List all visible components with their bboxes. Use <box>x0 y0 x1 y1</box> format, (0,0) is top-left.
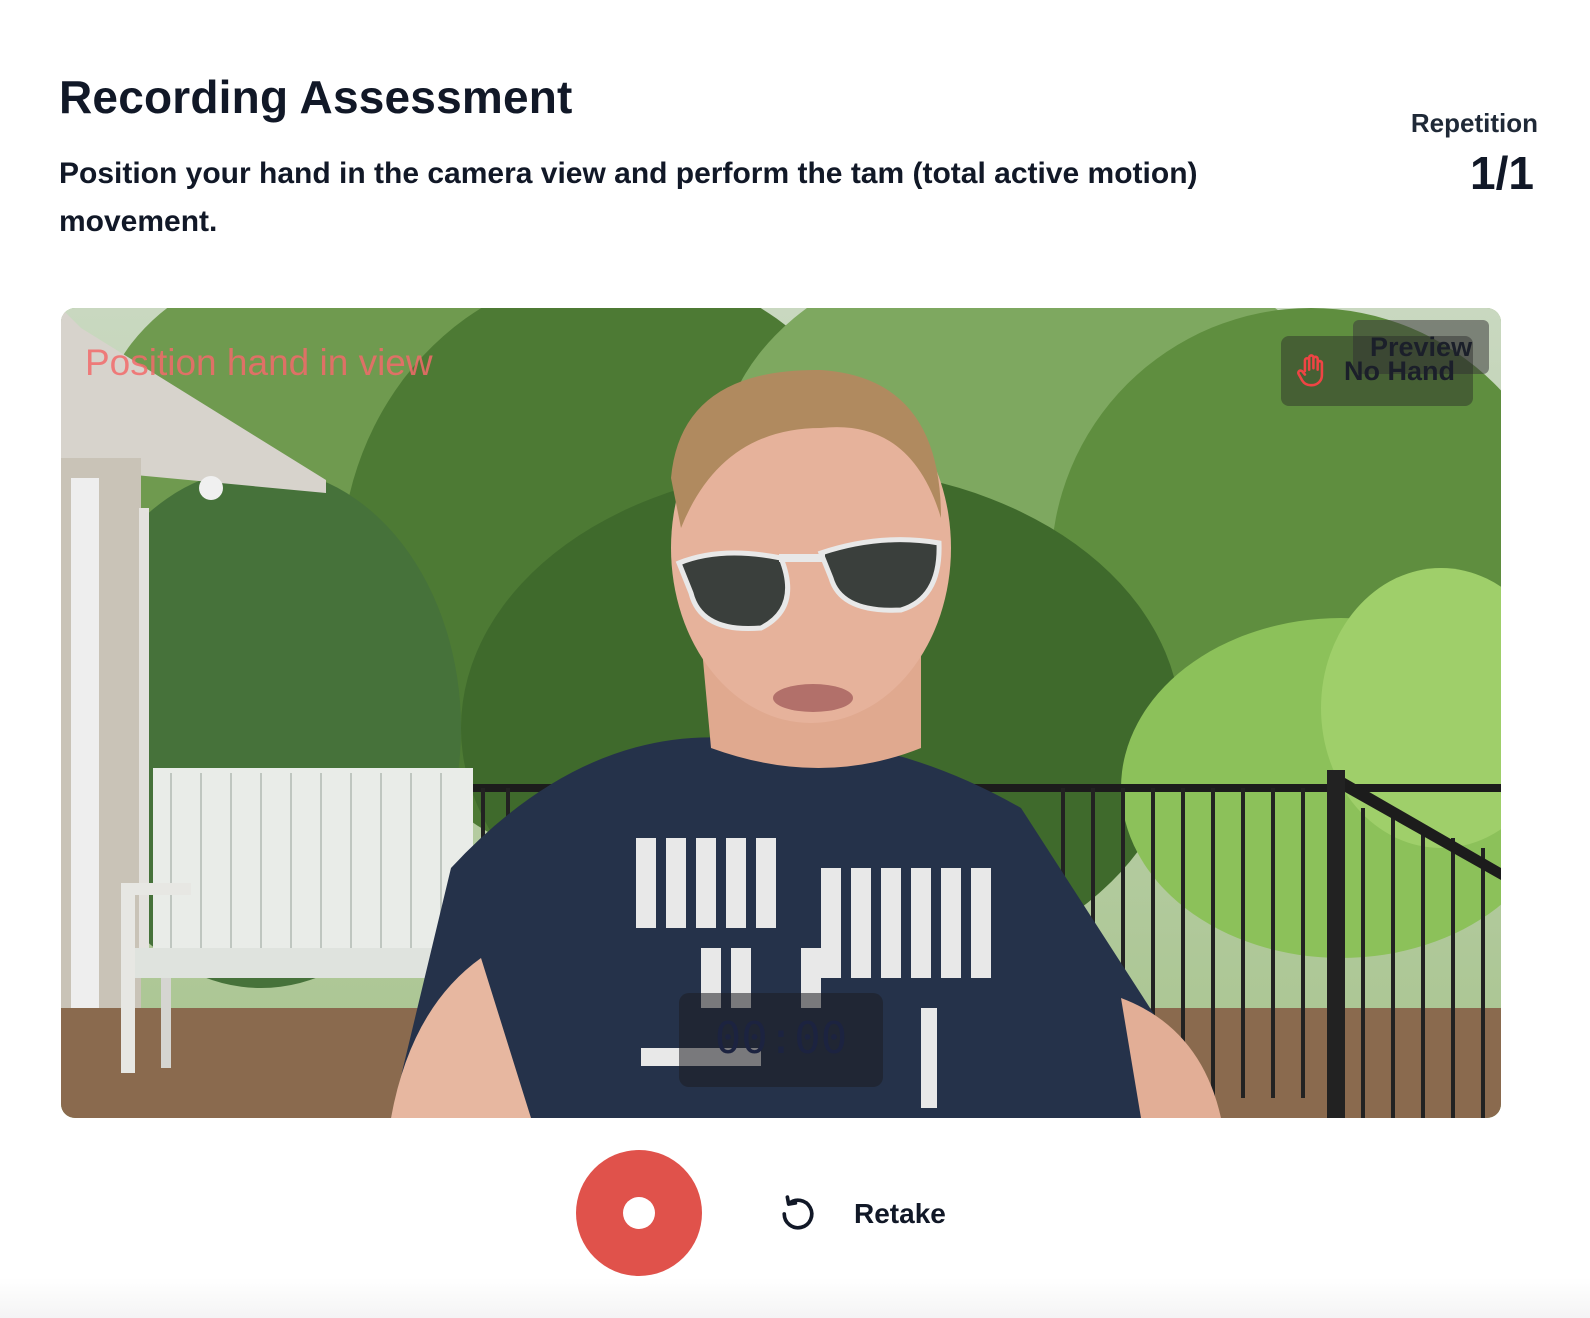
recording-timer: 00:00 <box>714 1013 848 1064</box>
retake-icon <box>782 1195 814 1230</box>
retake-button[interactable]: Retake <box>776 1188 946 1240</box>
hand-status-text: No Hand <box>1344 356 1455 386</box>
record-button[interactable] <box>576 1150 702 1276</box>
record-dot-icon <box>623 1197 655 1229</box>
page-title: Recording Assessment <box>59 71 573 123</box>
page-bottom-fade <box>0 1278 1590 1318</box>
instruction-text: Position your hand in the camera view an… <box>59 157 1198 238</box>
hand-icon <box>1297 354 1324 387</box>
position-hand-hint: Position hand in view <box>85 342 433 383</box>
retake-label: Retake <box>854 1198 946 1229</box>
repetition-count: 1/1 <box>1470 147 1534 199</box>
repetition-label: Repetition <box>1410 108 1538 138</box>
camera-view: Position hand in view Preview No Hand 00… <box>61 308 1501 1118</box>
